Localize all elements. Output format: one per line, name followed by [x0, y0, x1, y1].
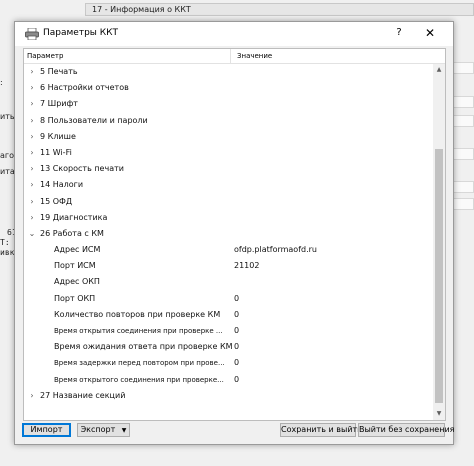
tree-header: Параметр Значение: [24, 49, 445, 64]
row-label: Время ожидания ответа при проверке КМ: [54, 342, 233, 352]
row-label: 5 Печать: [40, 67, 78, 76]
expand-chevron-icon[interactable]: ›: [27, 96, 37, 112]
tree-row-retry-delay[interactable]: Время задержки перед повтором при прове.…: [24, 355, 433, 371]
row-label: 15 ОФД: [40, 196, 73, 206]
expand-chevron-icon[interactable]: ›: [27, 194, 37, 210]
row-value[interactable]: 0: [234, 339, 239, 355]
tree-row-users-passwords[interactable]: › 8 Пользователи и пароли: [24, 113, 433, 129]
row-label: Время открытия соединения при проверке .…: [54, 327, 223, 335]
row-label: 13 Скорость печати: [40, 164, 124, 174]
tree-row-taxes[interactable]: › 14 Налоги: [24, 177, 433, 193]
dialog-titlebar: Параметры ККТ ? ✕: [15, 22, 453, 46]
tree-row-okp-port[interactable]: Порт ОКП 0: [24, 291, 433, 307]
export-label: Экспорт: [80, 425, 116, 434]
close-button[interactable]: ✕: [419, 26, 441, 40]
column-header-param[interactable]: Параметр: [24, 49, 231, 63]
row-value[interactable]: 0: [234, 372, 239, 388]
tree-row-ofd[interactable]: › 15 ОФД: [24, 194, 433, 210]
tree-row-connection-open-time[interactable]: Время открытия соединения при проверке .…: [24, 323, 433, 339]
dropdown-arrow-icon: ▼: [121, 427, 127, 434]
tree-row-section-names[interactable]: › 27 Название секций: [24, 388, 433, 404]
save-and-exit-button[interactable]: Сохранить и выйти: [280, 423, 362, 437]
tree-row-okp-address[interactable]: Адрес ОКП: [24, 274, 433, 290]
printer-icon: [25, 28, 39, 40]
tree-row-report-settings[interactable]: › 6 Настройки отчетов: [24, 80, 433, 96]
scroll-down-arrow-icon[interactable]: ▼: [433, 408, 445, 420]
row-label: Адрес ИСМ: [54, 245, 101, 255]
row-label: 8 Пользователи и пароли: [40, 115, 148, 125]
row-label: Порт ИСМ: [54, 261, 96, 271]
exit-without-saving-button[interactable]: Выйти без сохранения: [358, 423, 454, 437]
tree-row-response-wait-time[interactable]: Время ожидания ответа при проверке КМ 0: [24, 339, 433, 355]
row-label: 27 Название секций: [40, 390, 126, 400]
background-window-title: 17 - Информация о ККТ: [85, 3, 474, 16]
expand-chevron-icon[interactable]: ›: [27, 210, 37, 226]
expand-chevron-icon[interactable]: ›: [27, 64, 37, 80]
import-button[interactable]: Импорт: [22, 423, 71, 437]
kkt-parameters-dialog: Параметры ККТ ? ✕ Параметр Значение › 5 …: [14, 21, 454, 445]
expand-chevron-icon[interactable]: ›: [27, 177, 37, 193]
parameters-tree[interactable]: Параметр Значение › 5 Печать › 6 Настрой…: [23, 48, 446, 421]
expand-chevron-icon[interactable]: ›: [27, 145, 37, 161]
collapse-chevron-icon[interactable]: ⌄: [27, 226, 37, 242]
tree-row-ism-address[interactable]: Адрес ИСМ ofdp.platformaofd.ru: [24, 242, 433, 258]
row-label: Время задержки перед повтором при прове.…: [54, 359, 225, 368]
column-header-value[interactable]: Значение: [234, 49, 437, 63]
scrollbar-thumb[interactable]: [435, 149, 443, 403]
tree-row-diagnostics[interactable]: › 19 Диагностика: [24, 210, 433, 226]
row-label: 9 Клише: [40, 131, 76, 141]
tree-row-open-connection-time[interactable]: Время открытого соединения при проверке.…: [24, 372, 433, 388]
row-value[interactable]: 0: [234, 291, 239, 307]
expand-chevron-icon[interactable]: ›: [27, 113, 37, 129]
row-label: Порт ОКП: [54, 293, 96, 303]
row-label: 26 Работа с КМ: [40, 228, 104, 238]
tree-row-print-speed[interactable]: › 13 Скорость печати: [24, 161, 433, 177]
tree-rows: › 5 Печать › 6 Настройки отчетов › 7 Шри…: [24, 64, 433, 404]
expand-chevron-icon[interactable]: ›: [27, 129, 37, 145]
row-label: Количество повторов при проверке КМ: [54, 309, 221, 319]
row-value[interactable]: 0: [234, 323, 239, 339]
tree-row-km-work[interactable]: ⌄ 26 Работа с КМ: [24, 226, 433, 242]
tree-row-km-retry-count[interactable]: Количество повторов при проверке КМ 0: [24, 307, 433, 323]
scroll-up-arrow-icon[interactable]: ▲: [433, 64, 445, 76]
tree-row-print[interactable]: › 5 Печать: [24, 64, 433, 80]
row-label: 7 Шрифт: [40, 99, 78, 109]
row-label: 19 Диагностика: [40, 212, 108, 222]
row-label: 14 Налоги: [40, 180, 84, 190]
row-value[interactable]: 0: [234, 307, 239, 323]
background-label-fragment: :: [0, 78, 3, 87]
help-button[interactable]: ?: [392, 26, 406, 40]
row-value[interactable]: 21102: [234, 258, 259, 274]
dialog-title: Параметры ККТ: [43, 28, 119, 38]
expand-chevron-icon[interactable]: ›: [27, 388, 37, 404]
row-label: Время открытого соединения при проверке.…: [54, 375, 224, 384]
row-value[interactable]: ofdp.platformaofd.ru: [234, 242, 317, 258]
row-label: Адрес ОКП: [54, 277, 100, 287]
tree-row-wifi[interactable]: › 11 Wi-Fi: [24, 145, 433, 161]
expand-chevron-icon[interactable]: ›: [27, 161, 37, 177]
tree-row-font[interactable]: › 7 Шрифт: [24, 96, 433, 112]
row-label: 6 Настройки отчетов: [40, 83, 129, 93]
row-value[interactable]: 0: [234, 355, 239, 371]
tree-row-ism-port[interactable]: Порт ИСМ 21102: [24, 258, 433, 274]
vertical-scrollbar[interactable]: ▲ ▼: [433, 64, 445, 420]
expand-chevron-icon[interactable]: ›: [27, 80, 37, 96]
export-button[interactable]: Экспорт ▼: [77, 423, 130, 437]
row-label: 11 Wi-Fi: [40, 147, 72, 157]
tree-row-cliche[interactable]: › 9 Клише: [24, 129, 433, 145]
